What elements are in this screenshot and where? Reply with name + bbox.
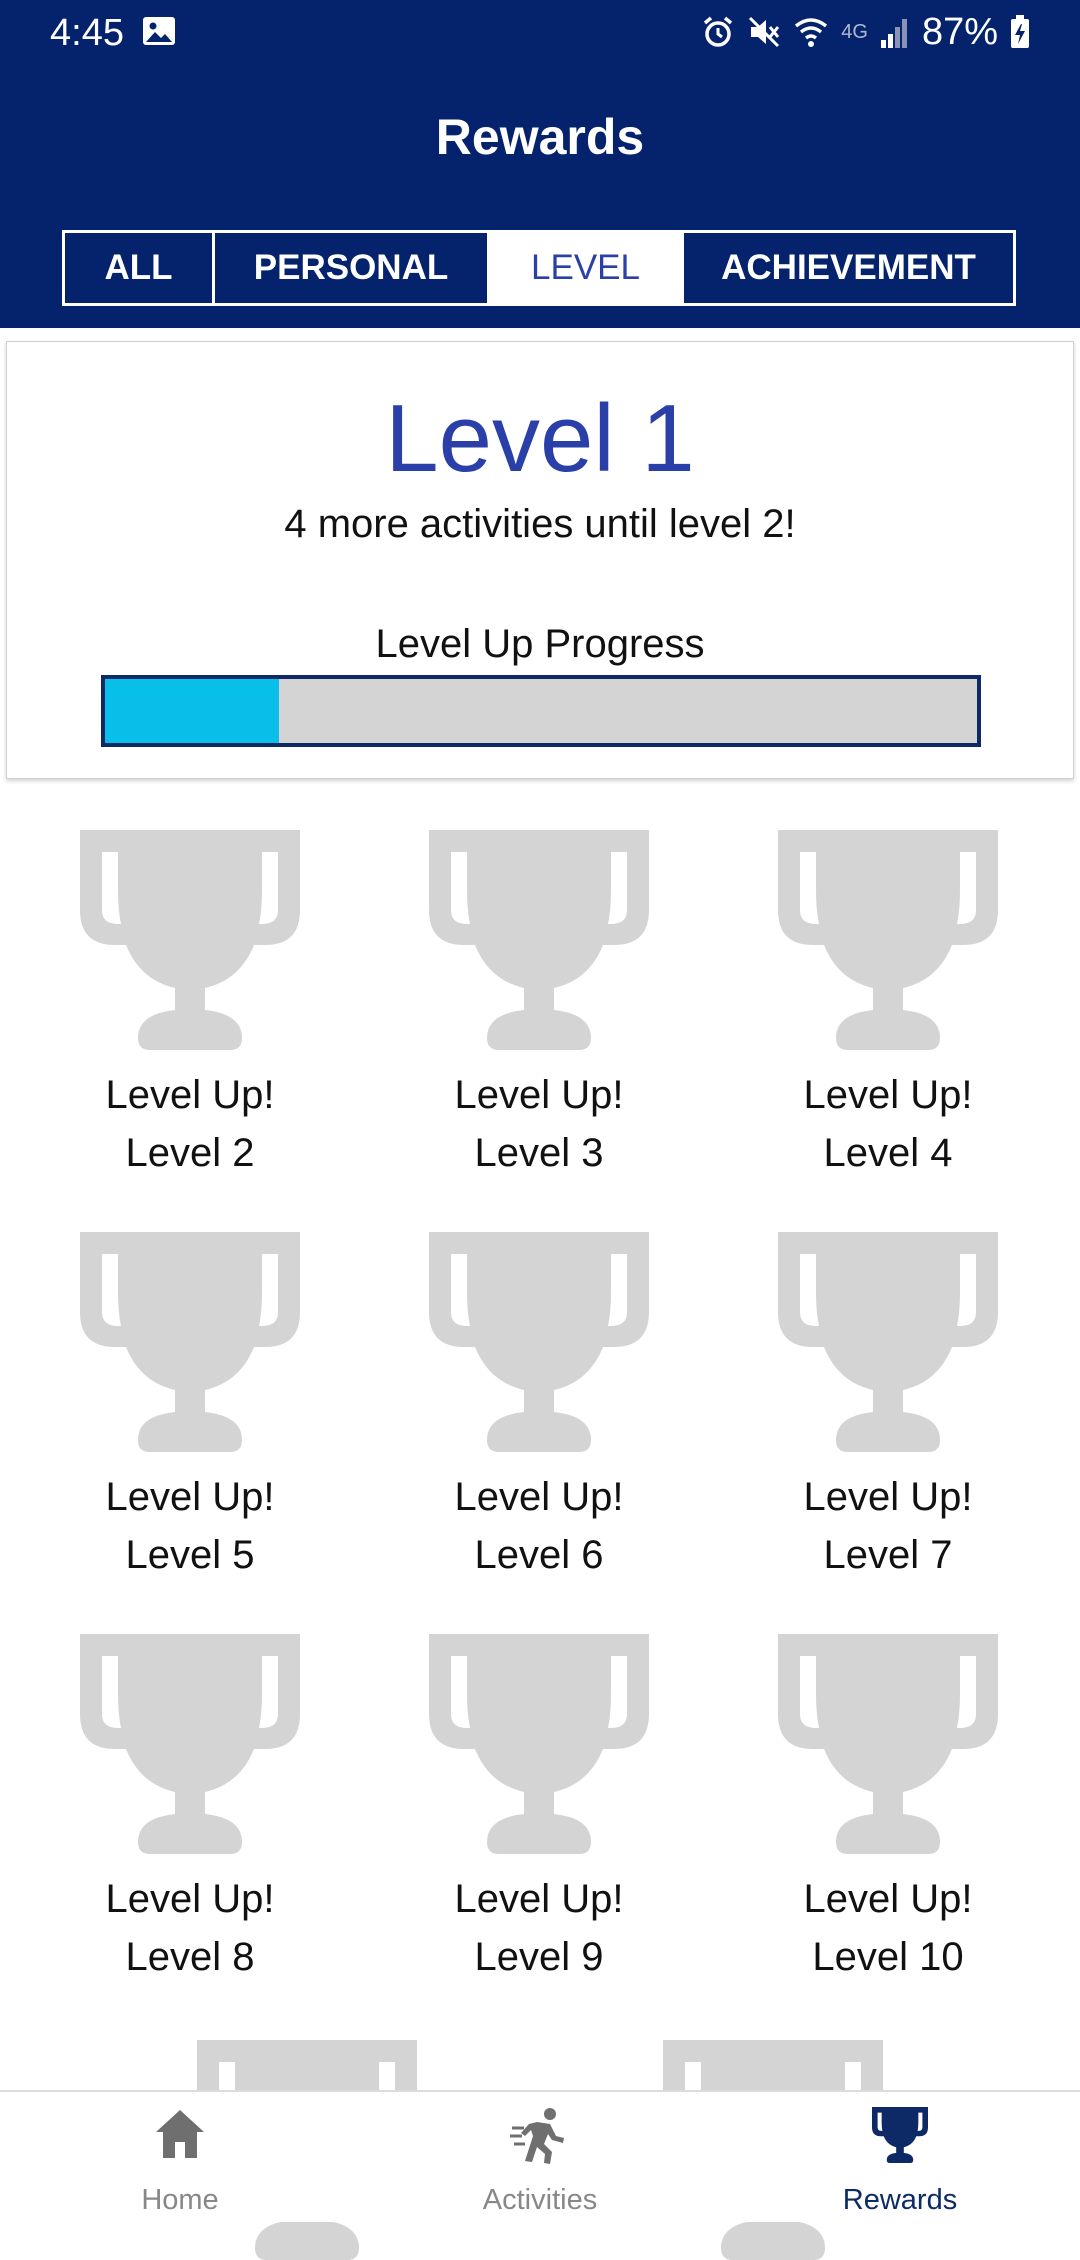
trophy-level: Level 2 (125, 1131, 255, 1175)
trophy-item[interactable]: Level Up! Level 5 (40, 1232, 340, 1584)
trophy-item[interactable]: Level Up! Level 7 (738, 1232, 1038, 1584)
current-level: Level 1 (385, 385, 695, 492)
trophy-title: Level Up! (105, 1073, 275, 1117)
trophy-level: Level 4 (823, 1131, 953, 1175)
level-subtitle: 4 more activities until level 2! (284, 502, 796, 546)
trophy-title: Level Up! (803, 1073, 973, 1117)
trophy-title: Level Up! (803, 1475, 973, 1519)
progress-fill (105, 679, 280, 743)
trophy-icon (778, 830, 998, 1050)
tab-all[interactable]: ALL (65, 233, 215, 303)
trophy-item[interactable]: Level Up! Level 3 (389, 830, 689, 1182)
trophy-title: Level Up! (803, 1877, 973, 1921)
trophy-item[interactable]: Level Up! Level 4 (738, 830, 1038, 1182)
level-progress-bar (101, 675, 981, 747)
trophy-icon (80, 830, 300, 1050)
trophy-icon (778, 1232, 998, 1452)
bottom-nav: Home Activities Rewards (0, 2090, 1080, 2222)
battery-charging-icon (1011, 15, 1029, 48)
page-title: Rewards (435, 109, 645, 165)
reward-tabs: ALL PERSONAL LEVEL ACHIEVEMENT (62, 230, 1016, 306)
trophy-level: Level 10 (812, 1935, 964, 1979)
trophy-title: Level Up! (454, 1877, 624, 1921)
trophy-item[interactable]: Level Up! Level 8 (40, 1634, 340, 1986)
trophy-title: Level Up! (105, 1475, 275, 1519)
level-card: Level 1 4 more activities until level 2!… (6, 341, 1074, 779)
nav-label: Activities (482, 2184, 598, 2216)
trophy-title: Level Up! (105, 1877, 275, 1921)
tab-personal[interactable]: PERSONAL (215, 233, 490, 303)
status-icons: 4G 87% (701, 10, 1030, 54)
battery-percent: 87% (921, 10, 998, 53)
tab-level[interactable]: LEVEL (490, 233, 684, 303)
nav-rewards[interactable]: Rewards (750, 2092, 1050, 2222)
progress-label: Level Up Progress (375, 622, 705, 666)
network-type: 4G (841, 20, 868, 43)
trophy-title: Level Up! (454, 1073, 624, 1117)
tab-label: LEVEL (531, 248, 640, 287)
tab-label: PERSONAL (253, 248, 449, 287)
status-time: 4:45 (50, 12, 124, 54)
trophy-icon (778, 1634, 998, 1854)
wifi-icon (795, 18, 828, 47)
alarm-icon (704, 16, 733, 47)
trophy-level: Level 8 (125, 1935, 255, 1979)
trophy-item[interactable]: Level Up! Level 6 (389, 1232, 689, 1584)
tab-label: ACHIEVEMENT (721, 248, 976, 287)
trophy-item[interactable]: Level Up! Level 2 (40, 830, 340, 1182)
trophy-icon (872, 2107, 928, 2163)
trophy-item[interactable]: Level Up! Level 10 (738, 1634, 1038, 1986)
trophy-level: Level 9 (474, 1935, 604, 1979)
trophy-icon (429, 1634, 649, 1854)
trophy-title: Level Up! (454, 1475, 624, 1519)
tab-label: ALL (104, 248, 173, 287)
trophy-item[interactable]: Level Up! Level 9 (389, 1634, 689, 1986)
nav-label: Home (141, 2184, 219, 2216)
mute-icon (749, 16, 780, 48)
nav-label: Rewards (842, 2184, 958, 2216)
status-bar: 4:45 4G 87% (0, 0, 1080, 66)
trophy-level: Level 7 (823, 1533, 953, 1577)
trophy-icon (429, 830, 649, 1050)
trophy-icon (80, 1634, 300, 1854)
running-person-icon (510, 2108, 564, 2164)
home-icon (156, 2110, 204, 2158)
trophy-level: Level 6 (474, 1533, 604, 1577)
trophy-icon (429, 1232, 649, 1452)
trophy-level: Level 5 (125, 1533, 255, 1577)
nav-home[interactable]: Home (30, 2092, 330, 2222)
tab-achievement[interactable]: ACHIEVEMENT (684, 233, 1013, 303)
gallery-icon (143, 17, 175, 45)
nav-activities[interactable]: Activities (390, 2092, 690, 2222)
signal-icon (880, 19, 907, 48)
trophy-level: Level 3 (474, 1131, 604, 1175)
trophy-icon (80, 1232, 300, 1452)
app-header: Rewards ALL PERSONAL LEVEL ACHIEVEMENT (0, 66, 1080, 328)
